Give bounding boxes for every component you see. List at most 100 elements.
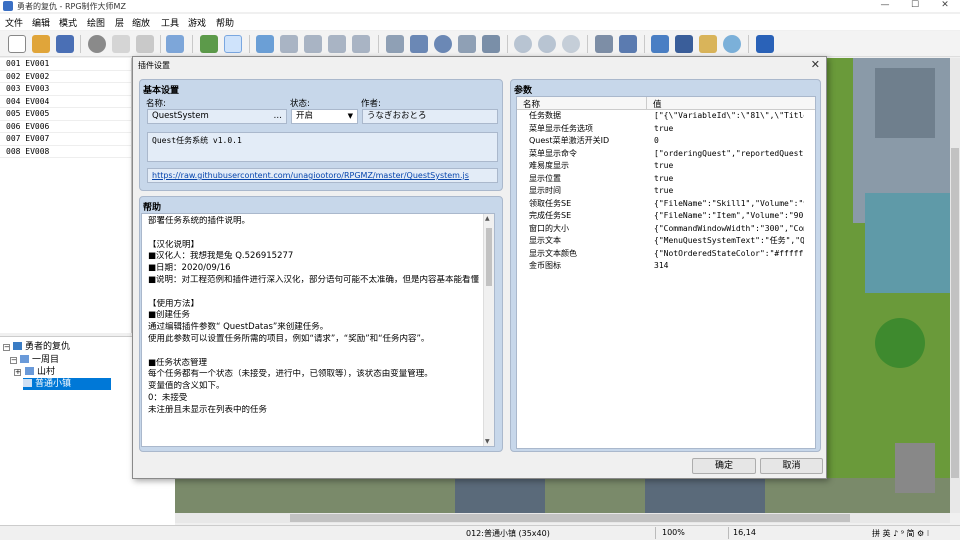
parameter-row[interactable]: 菜单显示任务选项 true [517,123,815,136]
menu-mode[interactable]: 模式 [59,16,77,29]
help-text-area[interactable]: 部署任务系统的插件说明。 【汉化说明】 ■汉化人：我想我是兔 Q.5269152… [141,213,495,447]
sound-test-icon[interactable] [651,35,669,53]
tree-project-node[interactable]: 勇者的复仇 [13,341,70,353]
url-text[interactable]: https://raw.githubusercontent.com/unagio… [152,171,469,180]
resource-manager-icon[interactable] [699,35,717,53]
menu-draw[interactable]: 绘图 [87,16,105,29]
basic-settings-panel: 基本设置 名称: QuestSystem … 状态: 开启 ▼ 作者: うなぎお… [139,79,503,191]
parameter-row[interactable]: 菜单显示命令 ["orderingQuest","reportedQuest"..… [517,148,815,161]
undo-icon[interactable] [166,35,184,53]
layer-4-icon[interactable] [328,35,346,53]
parameter-row[interactable]: 领取任务SE {"FileName":"Skill1","Volume":"9..… [517,198,815,211]
event-row[interactable]: 001 EV001 [0,58,131,71]
cut-icon[interactable] [88,35,106,53]
map-building [455,478,545,513]
menu-file[interactable]: 文件 [5,16,23,29]
collapse-toggle[interactable]: − [10,357,17,364]
event-row[interactable]: 004 EV004 [0,96,131,108]
map-building [645,478,765,513]
event-row[interactable]: 003 EV003 [0,83,131,96]
zoom-in-icon[interactable] [514,35,532,53]
event-searcher-icon[interactable] [675,35,693,53]
status-select[interactable]: 开启 ▼ [291,109,358,124]
open-project-icon[interactable] [32,35,50,53]
zoom-actual-icon[interactable] [562,35,580,53]
ime-indicator[interactable]: 拼 英 ♪ ⁹ 简 ⚙ ⁝ [872,528,929,539]
event-row[interactable]: 005 EV005 [0,108,131,121]
save-project-icon[interactable] [56,35,74,53]
parameter-row[interactable]: 难易度显示 true [517,160,815,173]
copy-icon[interactable] [112,35,130,53]
paste-icon[interactable] [136,35,154,53]
ok-button[interactable]: 确定 [692,458,756,474]
map-mode-icon[interactable] [200,35,218,53]
map-horizontal-scrollbar[interactable] [175,513,950,523]
plugin-name-select[interactable]: QuestSystem … [147,109,287,124]
plugin-manager-icon[interactable] [619,35,637,53]
parameter-row[interactable]: 显示位置 true [517,173,815,186]
dialog-close-button[interactable]: ✕ [811,58,820,71]
parameter-row[interactable]: 任务数据 ["{\"VariableId\":\"81\",\"Title\"..… [517,110,815,123]
parameter-name: 领取任务SE [529,198,572,208]
plugin-browse-button[interactable]: … [274,110,283,123]
parameter-row[interactable]: 完成任务SE {"FileName":"Item","Volume":"90"..… [517,210,815,223]
tree-project-label: 勇者的复仇 [25,342,71,352]
expand-toggle[interactable]: + [14,369,21,376]
database-icon[interactable] [595,35,613,53]
new-project-icon[interactable] [8,35,26,53]
parameter-row[interactable]: 显示文本颜色 {"NotOrderedStateColor":"#ffffff..… [517,248,815,261]
menu-tools[interactable]: 工具 [161,16,179,29]
parameter-name: 菜单显示任务选项 [529,123,593,133]
col-name-header[interactable]: 名称 [523,98,540,110]
help-line [142,287,484,299]
maximize-button[interactable]: ☐ [900,0,930,12]
parameter-row[interactable]: 显示时间 true [517,185,815,198]
layer-2-icon[interactable] [280,35,298,53]
tree-map-node-village[interactable]: 山村 [25,366,55,378]
zoom-out-icon[interactable] [538,35,556,53]
plugin-name-value: QuestSystem [152,111,209,121]
minimize-button[interactable]: — [870,0,900,12]
rectangle-icon[interactable] [410,35,428,53]
parameter-row[interactable]: Quest菜单激活开关ID 0 [517,135,815,148]
parameter-row[interactable]: 窗口的大小 {"CommandWindowWidth":"300","Com... [517,223,815,236]
menu-edit[interactable]: 编辑 [32,16,50,29]
ellipse-icon[interactable] [434,35,452,53]
help-scrollbar[interactable]: ▲ ▼ [483,214,494,446]
help-line: ■创建任务 [148,310,191,321]
parameter-row[interactable]: 金币图标 314 [517,260,815,273]
col-value-header[interactable]: 值 [653,98,662,110]
character-generator-icon[interactable] [723,35,741,53]
tree-group-node[interactable]: 一周目 [20,354,59,366]
layer-1-icon[interactable] [256,35,274,53]
layer-5-icon[interactable] [352,35,370,53]
menu-layer[interactable]: 层 [115,16,124,29]
plugin-url-link[interactable]: https://raw.githubusercontent.com/unagio… [147,168,498,183]
parameter-name: 显示文本 [529,236,561,245]
menu-scale[interactable]: 缩放 [132,16,150,29]
event-row[interactable]: 007 EV007 [0,133,131,146]
layer-3-icon[interactable] [304,35,322,53]
status-map: 012:普通小镇 (35x40) [466,529,550,538]
name-label: 名称: [146,99,166,109]
cancel-button[interactable]: 取消 [760,458,823,474]
event-row[interactable]: 008 EV008 [0,146,131,158]
shadow-pen-icon[interactable] [482,35,500,53]
fill-icon[interactable] [458,35,476,53]
help-line: 使用此参数可以设置任务所需的项目，例如“请求”，“奖励”和“任务内容”。 [148,333,430,344]
help-line: 通过编辑插件参数“ QuestDatas”来创建任务。 [148,322,329,333]
tree-map-node-town[interactable]: 普通小镇 [23,378,112,390]
playtest-icon[interactable] [756,35,774,53]
event-row[interactable]: 002 EV002 [0,71,131,83]
map-vertical-scrollbar[interactable] [950,58,960,513]
collapse-toggle[interactable]: − [3,344,10,351]
plugin-settings-dialog: 插件设置 ✕ 基本设置 名称: QuestSystem … 状态: 开启 ▼ 作… [132,56,827,479]
menu-help[interactable]: 帮助 [216,16,234,29]
close-button[interactable]: ✕ [930,0,960,12]
parameter-row[interactable]: 显示文本 {"MenuQuestSystemText":"任务","Q... [517,235,815,248]
event-mode-icon[interactable] [224,35,242,53]
menu-game[interactable]: 游戏 [188,16,206,29]
parameters-table[interactable]: 名称 值 任务数据 ["{\"VariableId\":\"81\",\"Titl… [516,96,816,449]
event-row[interactable]: 006 EV006 [0,121,131,133]
pencil-icon[interactable] [386,35,404,53]
